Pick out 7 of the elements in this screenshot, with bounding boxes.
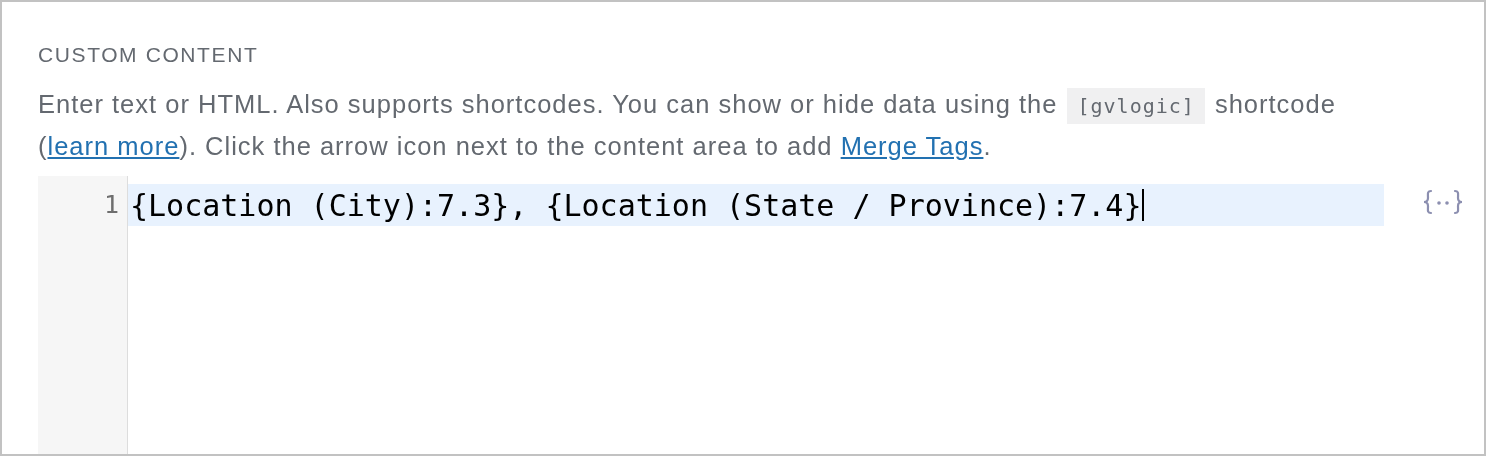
inline-code: [gvlogic] xyxy=(1067,88,1205,124)
line-number: 1 xyxy=(102,189,120,221)
link[interactable]: Merge Tags xyxy=(840,132,984,160)
merge-tags-icon[interactable] xyxy=(1422,188,1464,216)
link[interactable]: learn more xyxy=(47,132,180,160)
section-heading: CUSTOM CONTENT xyxy=(38,42,260,68)
description-text: Enter text or HTML. Also supports shortcodes. You can show or hide data using the [gvlogic] shortcode (learn more). Click the arrow icon next to the content area to add Merge Tags. xyxy=(38,87,1337,162)
